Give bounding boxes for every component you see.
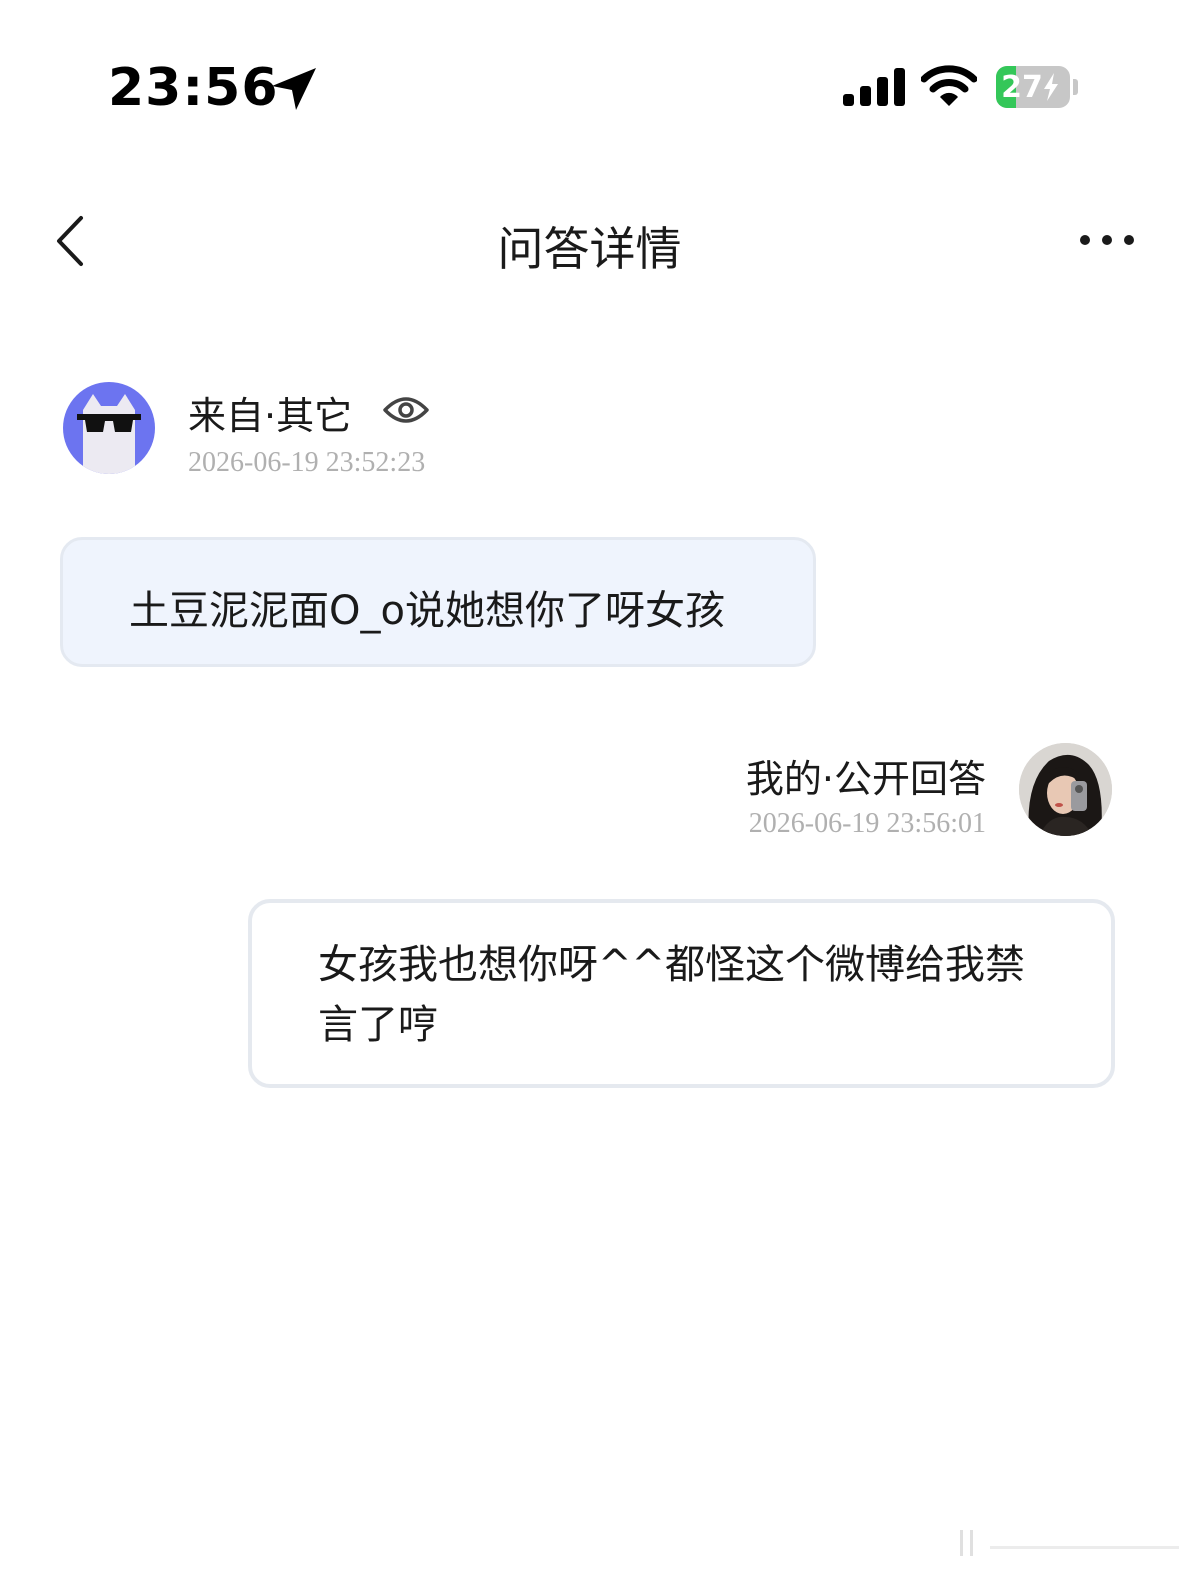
user-photo-avatar[interactable] [1019,743,1112,836]
more-dot [1080,235,1090,245]
location-arrow-icon [272,68,316,110]
more-dot [1102,235,1112,245]
answer-text: 女孩我也想你呀^^都怪这个微博给我禁言了哼 [318,942,1026,1048]
battery-percent: 27 [996,66,1064,108]
answer-source-label: 我的·公开回答 [745,757,986,801]
question-timestamp: 2026-06-19 23:52:23 [188,447,426,478]
cat-sunglasses-avatar[interactable] [63,382,155,474]
status-time: 23:56 [108,58,279,118]
wifi-icon [921,65,977,106]
question-bubble: 土豆泥泥面O_o说她想你了呀女孩 [60,537,816,667]
eye-icon[interactable] [382,390,430,430]
answer-timestamp: 2026-06-19 23:56:01 [748,808,986,839]
cellular-signal-icon [843,68,905,106]
question-source-label: 来自·其它 [188,394,353,438]
charging-bolt-icon [1043,73,1058,101]
battery-cap [1073,79,1078,95]
battery-charging-icon: 27 [996,66,1070,108]
watermark-lines [960,1530,1179,1556]
answer-bubble: 女孩我也想你呀^^都怪这个微博给我禁言了哼 [248,899,1115,1088]
question-text: 土豆泥泥面O_o说她想你了呀女孩 [129,588,725,634]
cat-sunglasses-icon [77,394,141,474]
status-bar: 23:56 27 [0,0,1179,175]
user-photo-icon [1019,743,1112,836]
page-title: 问答详情 [497,222,682,276]
more-dot [1124,235,1134,245]
more-horizontal-icon[interactable] [1076,228,1138,252]
